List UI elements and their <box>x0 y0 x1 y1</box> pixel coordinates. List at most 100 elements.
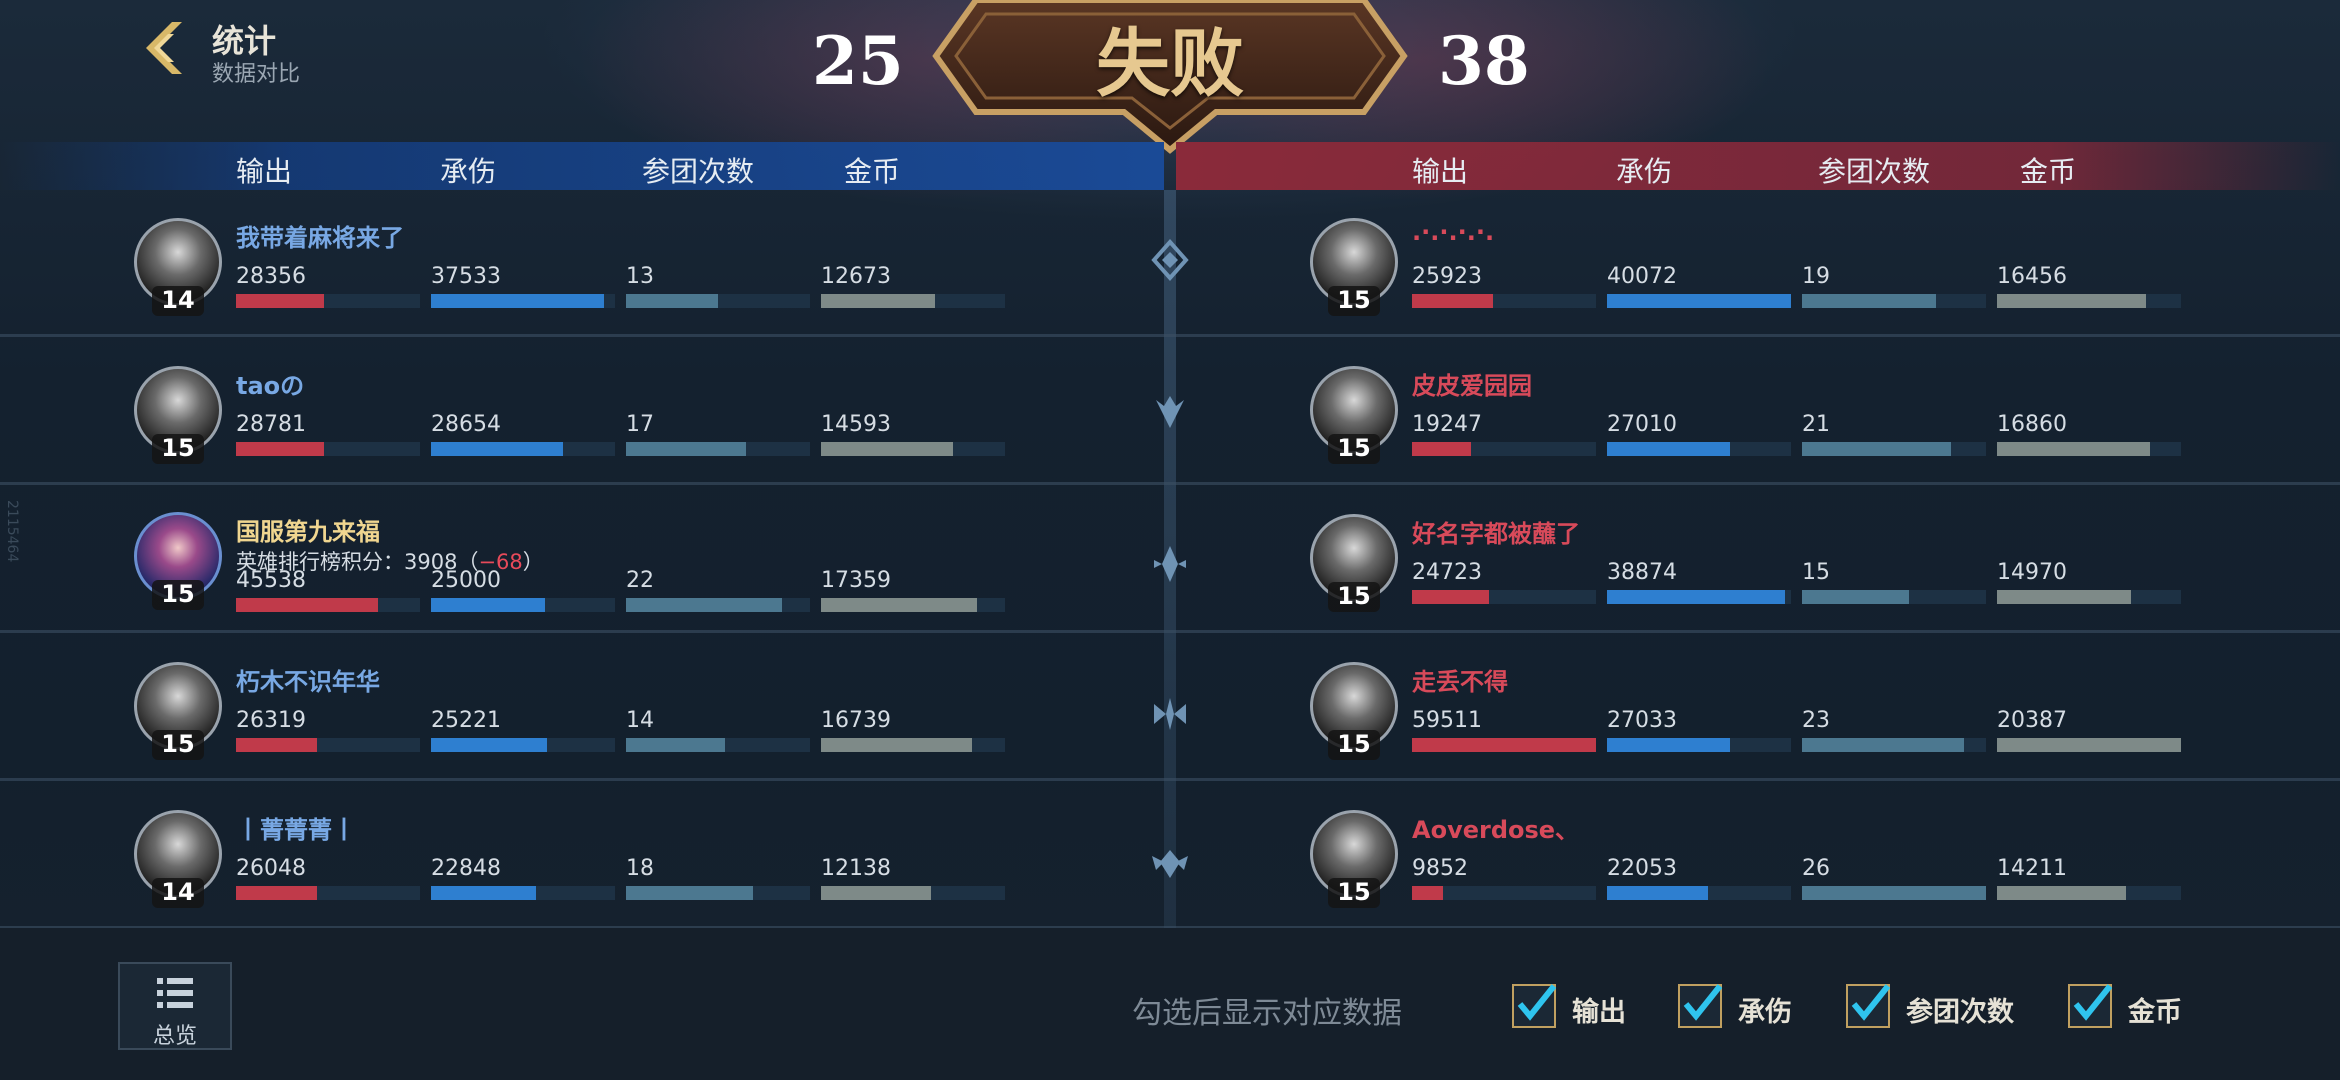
player-row-right-2[interactable]: 15 皮皮爱园园 19247 27010 21 16860 <box>1310 366 2210 506</box>
bar-track <box>431 294 615 308</box>
stat-value: 25000 <box>431 568 501 593</box>
hero-level: 15 <box>1328 286 1380 316</box>
bar-track <box>431 886 615 900</box>
stat-value: 12673 <box>821 264 891 289</box>
teamfights-bar <box>626 294 718 308</box>
back-button[interactable] <box>138 18 190 78</box>
checkbox-box[interactable] <box>2068 984 2112 1028</box>
damage-bar <box>1412 886 1444 900</box>
lane-emblem-icon <box>1146 840 1194 888</box>
bar-track <box>431 442 615 456</box>
gold-bar <box>821 738 972 752</box>
damage-bar <box>1412 294 1493 308</box>
bar-track <box>1802 886 1986 900</box>
bar-track <box>1997 590 2181 604</box>
gold-bar <box>1997 590 2132 604</box>
stat-value: 38874 <box>1607 560 1677 585</box>
gold-bar <box>821 886 932 900</box>
bar-track <box>1412 590 1596 604</box>
bar-track <box>1607 442 1791 456</box>
stat-value: 17359 <box>821 568 891 593</box>
damage-bar <box>236 442 325 456</box>
back-chevron-icon <box>146 22 182 74</box>
teamfights-bar <box>1802 590 1909 604</box>
taken-bar <box>431 738 547 752</box>
player-row-right-4[interactable]: 15 走丢不得 59511 27033 23 20387 <box>1310 662 2210 802</box>
player-name: 我带着麻将来了 <box>236 224 404 252</box>
stat-value: 19247 <box>1412 412 1482 437</box>
damage-bar <box>1412 442 1471 456</box>
stat-value: 22 <box>626 568 654 593</box>
checkbox-label: 输出 <box>1572 997 1626 1028</box>
gold-bar <box>821 294 936 308</box>
damage-bar <box>236 738 317 752</box>
overview-label: 总览 <box>152 1024 197 1049</box>
rank-score-suffix: ） <box>522 550 544 574</box>
stat-value: 23 <box>1802 708 1830 733</box>
stat-value: 20387 <box>1997 708 2067 733</box>
taken-bar <box>431 294 604 308</box>
overview-button[interactable]: 总览 <box>118 962 232 1050</box>
gold-bar <box>821 598 978 612</box>
bar-track <box>1412 442 1596 456</box>
column-teamfights: 参团次数 <box>1818 155 1931 188</box>
hero-level: 15 <box>1328 434 1380 464</box>
checkbox-box[interactable] <box>1512 984 1556 1028</box>
teamfights-bar <box>626 598 783 612</box>
damage-bar <box>1412 590 1490 604</box>
stat-value: 28781 <box>236 412 306 437</box>
column-teamfights: 参团次数 <box>642 155 755 188</box>
bar-track <box>1802 442 1986 456</box>
hero-level: 15 <box>1328 582 1380 612</box>
teamfights-bar <box>626 886 753 900</box>
bar-track <box>1802 590 1986 604</box>
player-row-left-2[interactable]: 15 taoの 28781 28654 17 14593 <box>134 366 1034 506</box>
checkbox-label: 参团次数 <box>1906 997 2014 1028</box>
bar-track <box>1607 294 1791 308</box>
bar-track <box>821 294 1005 308</box>
bar-track <box>236 598 420 612</box>
taken-bar <box>1607 738 1731 752</box>
gold-bar <box>1997 886 2126 900</box>
taken-bar <box>431 598 546 612</box>
lane-emblem-icon <box>1146 540 1194 588</box>
player-name: 好名字都被蘸了 <box>1412 520 1580 548</box>
teamfights-bar <box>626 442 746 456</box>
stat-value: 59511 <box>1412 708 1482 733</box>
stat-value: 26 <box>1802 856 1830 881</box>
checkbox-box[interactable] <box>1678 984 1722 1028</box>
stat-value: 17 <box>626 412 654 437</box>
bar-track <box>1412 738 1596 752</box>
result-banner: 失败 <box>916 0 1424 164</box>
taken-bar <box>1607 442 1731 456</box>
player-row-right-1[interactable]: 15 .·.·.·.·. 25923 40072 19 16456 <box>1310 218 2210 358</box>
gold-bar <box>1997 294 2147 308</box>
bar-track <box>1607 738 1791 752</box>
player-row-left-3[interactable]: 15 国服第九来福 英雄排行榜积分：3908（−68） 45538 25000 … <box>134 512 1034 652</box>
teamfights-bar <box>1802 738 1964 752</box>
damage-bar <box>236 886 317 900</box>
player-row-right-3[interactable]: 15 好名字都被蘸了 24723 38874 15 14970 <box>1310 514 2210 654</box>
player-row-left-1[interactable]: 14 我带着麻将来了 28356 37533 13 12673 <box>134 218 1034 358</box>
column-taken: 承伤 <box>1616 155 1673 188</box>
stat-value: 14970 <box>1997 560 2067 585</box>
stat-value: 45538 <box>236 568 306 593</box>
stat-value: 22053 <box>1607 856 1677 881</box>
column-damage: 输出 <box>1412 155 1469 188</box>
stat-value: 16456 <box>1997 264 2067 289</box>
stat-value: 16860 <box>1997 412 2067 437</box>
bar-track <box>236 442 420 456</box>
bar-track <box>1607 590 1791 604</box>
checkmark-icon <box>1683 984 1722 1021</box>
gold-bar <box>821 442 954 456</box>
checkbox-box[interactable] <box>1846 984 1890 1028</box>
bar-track <box>236 886 420 900</box>
player-row-left-4[interactable]: 15 朽木不识年华 26319 25221 14 16739 <box>134 662 1034 802</box>
bar-track <box>1997 294 2181 308</box>
column-gold: 金币 <box>2020 155 2077 188</box>
bar-track <box>431 598 615 612</box>
teamfights-bar <box>1802 886 1986 900</box>
player-name: .·.·.·.·. <box>1412 218 1495 246</box>
stat-value: 27010 <box>1607 412 1677 437</box>
stat-value: 24723 <box>1412 560 1482 585</box>
